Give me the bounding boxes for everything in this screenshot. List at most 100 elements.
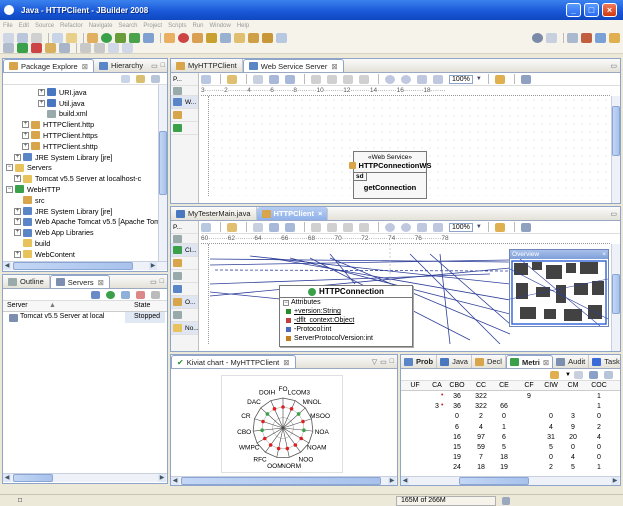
expand-toggle-icon[interactable]: + (14, 250, 21, 258)
java-perspective-icon[interactable] (581, 32, 592, 43)
scroll-right-icon[interactable]: ▶ (149, 262, 157, 270)
size-icon[interactable] (343, 74, 353, 84)
open-type-icon[interactable] (164, 32, 175, 43)
prev-edit-icon[interactable] (80, 43, 91, 53)
window-icon[interactable] (52, 32, 63, 43)
expand-toggle-icon[interactable]: + (14, 175, 21, 183)
tree-item[interactable]: + JRE System Library [jre] (14, 152, 112, 163)
select-icon[interactable] (201, 222, 211, 232)
explorer-hscrollbar[interactable]: ◀ ▶ (3, 261, 167, 270)
expand-toggle-icon[interactable]: + (14, 207, 21, 215)
expand-toggle-icon[interactable]: + (14, 153, 21, 161)
tree-item[interactable]: − WebHTTP (6, 184, 60, 195)
scroll-thumb[interactable] (13, 474, 53, 482)
new-icon[interactable] (3, 32, 14, 43)
publish-icon[interactable] (151, 290, 160, 299)
scroll-right-icon[interactable]: ▶ (158, 474, 166, 482)
tree-item[interactable]: + HTTPClient.http (22, 119, 94, 130)
tab-metrics-5[interactable]: Task (589, 355, 620, 368)
back-icon[interactable] (108, 43, 119, 53)
tree-item[interactable]: + HTTPClient.https (22, 130, 98, 141)
expand-toggle-icon[interactable]: − (6, 185, 13, 193)
palette-interface[interactable] (171, 257, 198, 270)
menu-item[interactable]: Run (192, 23, 203, 29)
column-header[interactable]: CBO (447, 382, 467, 389)
maximize-view-icon[interactable]: □ (160, 278, 164, 286)
metrics-hscrollbar[interactable]: ◀ ▶ (401, 476, 620, 485)
menu-item[interactable]: Help (237, 23, 249, 29)
perspective-icon[interactable] (546, 32, 557, 43)
tab-mytestermain[interactable]: MyTesterMain.java (171, 207, 257, 220)
scroll-left-icon[interactable]: ◀ (3, 474, 11, 482)
scroll-right-icon[interactable]: ▶ (611, 477, 619, 485)
scroll-thumb[interactable] (459, 477, 529, 485)
profile-server-icon[interactable] (121, 290, 130, 299)
column-header[interactable]: CC (471, 382, 491, 389)
zoom-select[interactable]: 100% (449, 74, 473, 84)
tree-item[interactable]: build (14, 238, 50, 249)
minimize-view-icon[interactable]: ▭ (380, 358, 387, 366)
export-icon[interactable] (494, 74, 505, 84)
minimize-view-icon[interactable]: ▭ (150, 278, 157, 286)
tree-item[interactable]: + Web App Libraries (14, 227, 94, 238)
new-class-icon[interactable] (143, 32, 154, 43)
close-icon[interactable]: ⊠ (331, 62, 337, 71)
palette-dependency[interactable] (171, 309, 198, 322)
open-perspective-icon[interactable] (567, 32, 578, 43)
tree-item[interactable]: − Servers (6, 163, 52, 174)
expand-toggle-icon[interactable]: + (22, 142, 29, 150)
column-header[interactable]: CF (519, 382, 539, 389)
print-icon[interactable] (31, 32, 42, 43)
run-ext-icon[interactable] (115, 32, 126, 43)
expand-toggle-icon[interactable]: + (14, 218, 21, 226)
tab-servers[interactable]: Servers ⊠ (49, 275, 110, 288)
palette-node[interactable] (171, 122, 198, 135)
palette-pointer[interactable]: P... (171, 73, 198, 86)
tab-httpclient[interactable]: HTTPClient × (256, 207, 329, 220)
next-edit-icon[interactable] (94, 43, 105, 53)
export-metrics-icon[interactable] (604, 370, 613, 379)
copy-icon[interactable] (253, 222, 263, 232)
close-icon[interactable]: ⊠ (283, 358, 289, 367)
select-icon[interactable] (201, 74, 211, 84)
debug-icon[interactable] (66, 32, 77, 43)
palette-enum[interactable] (171, 270, 198, 283)
menu-item[interactable]: Scripts (168, 23, 186, 29)
tree-item[interactable]: src (14, 195, 45, 206)
debug-perspective-icon[interactable] (595, 32, 606, 43)
forward-icon[interactable] (122, 43, 133, 53)
palette-marquee[interactable] (171, 86, 198, 96)
palette-object[interactable]: O... (171, 296, 198, 309)
palette-note[interactable]: No... (171, 322, 199, 335)
heap-status[interactable]: 165M of 266M (396, 496, 496, 506)
size-icon[interactable] (343, 222, 353, 232)
step-icon[interactable] (45, 43, 56, 53)
palette-link[interactable] (171, 283, 198, 296)
collapse-icon[interactable]: − (283, 299, 289, 306)
maximize-view-icon[interactable]: □ (390, 358, 394, 366)
expand-toggle-icon[interactable]: + (22, 131, 29, 139)
column-header[interactable]: CA (427, 382, 447, 389)
chevron-down-icon[interactable]: ▼ (476, 76, 482, 82)
attribute-row[interactable]: -dflt_context:Object (280, 316, 412, 325)
fit-icon[interactable] (417, 222, 427, 232)
start-server-icon[interactable] (106, 290, 115, 299)
close-icon[interactable]: ⊠ (543, 358, 549, 367)
wrench-icon[interactable] (262, 32, 273, 43)
tab-metrics-0[interactable]: Prob (401, 355, 438, 368)
export-icon[interactable] (494, 222, 505, 232)
distribute-icon[interactable] (327, 222, 337, 232)
table-row[interactable]: Tomcat v5.5 Server at local Stopped (3, 312, 167, 323)
print-diagram-icon[interactable] (520, 222, 531, 232)
editor-vscrollbar[interactable] (611, 244, 620, 351)
scroll-thumb[interactable] (181, 477, 381, 485)
table-row[interactable] (401, 392, 620, 402)
expand-toggle-icon[interactable]: + (22, 121, 29, 129)
chevron-down-icon[interactable]: ▼ (476, 224, 482, 230)
menu-item[interactable]: File (3, 23, 13, 29)
column-header[interactable]: CIW (541, 382, 561, 389)
minimize-button[interactable]: _ (566, 3, 581, 17)
debug-server-icon[interactable] (91, 290, 100, 299)
overview-window[interactable]: Overview × (509, 249, 609, 327)
column-header-state[interactable]: State (134, 302, 150, 309)
